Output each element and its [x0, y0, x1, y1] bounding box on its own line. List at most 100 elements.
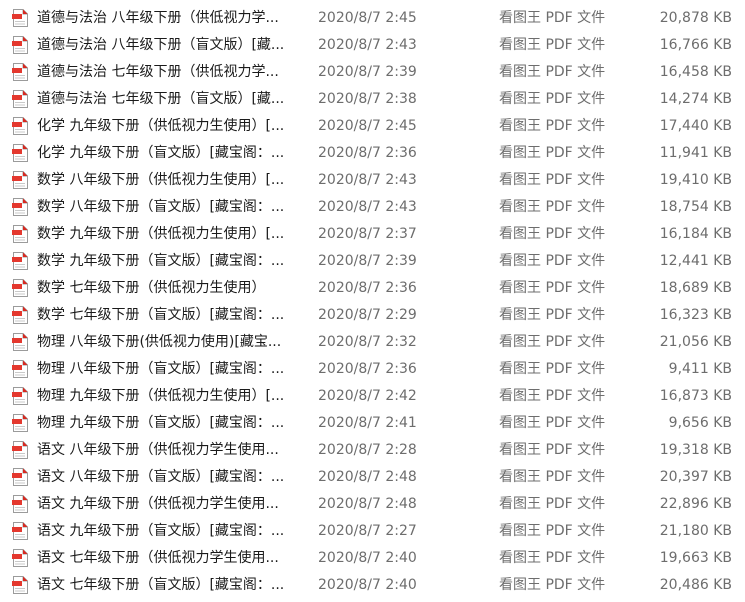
file-size: 18,754 KB: [659, 199, 732, 215]
file-size: 20,397 KB: [659, 469, 732, 485]
file-size: 16,323 KB: [659, 307, 732, 323]
file-row[interactable]: 数学 九年级下册（盲文版）[藏宝阁：... 2020/8/7 2:39 看图王 PD…: [0, 248, 745, 275]
file-type: 看图王 PDF 文件: [499, 307, 606, 323]
file-modified-date: 2020/8/7 2:36: [318, 145, 417, 161]
file-type: 看图王 PDF 文件: [499, 280, 606, 296]
file-type: 看图王 PDF 文件: [499, 577, 606, 593]
file-modified-date: 2020/8/7 2:37: [318, 226, 417, 242]
file-row[interactable]: 化学 九年级下册（供低视力生使用）[... 2020/8/7 2:45 看图王 PD…: [0, 113, 745, 140]
pdf-file-icon: [12, 441, 28, 459]
file-modified-date: 2020/8/7 2:40: [318, 550, 417, 566]
file-row[interactable]: 语文 八年级下册（供低视力学生使用... 2020/8/7 2:28 看图王 PDF…: [0, 437, 745, 464]
pdf-file-icon: [12, 117, 28, 135]
file-name: 道德与法治 七年级下册（供低视力学...: [37, 64, 279, 80]
file-type: 看图王 PDF 文件: [499, 91, 606, 107]
pdf-file-icon: [12, 225, 28, 243]
file-name: 语文 七年级下册（盲文版）[藏宝阁：...: [37, 577, 285, 593]
file-size: 16,458 KB: [659, 64, 732, 80]
file-name: 数学 九年级下册（盲文版）[藏宝阁：...: [37, 253, 285, 269]
file-type: 看图王 PDF 文件: [499, 64, 606, 80]
file-row[interactable]: 语文 八年级下册（盲文版）[藏宝阁：... 2020/8/7 2:48 看图王 PD…: [0, 464, 745, 491]
file-type: 看图王 PDF 文件: [499, 469, 606, 485]
file-name: 数学 九年级下册（供低视力生使用）[...: [37, 226, 285, 242]
file-modified-date: 2020/8/7 2:38: [318, 91, 417, 107]
file-size: 20,486 KB: [659, 577, 732, 593]
file-list: 道德与法治 八年级下册（供低视力学... 2020/8/7 2:45 看图王 PDF…: [0, 0, 745, 602]
file-type: 看图王 PDF 文件: [499, 496, 606, 512]
file-type: 看图王 PDF 文件: [499, 361, 606, 377]
file-type: 看图王 PDF 文件: [499, 199, 606, 215]
file-modified-date: 2020/8/7 2:43: [318, 37, 417, 53]
file-type: 看图王 PDF 文件: [499, 442, 606, 458]
file-row[interactable]: 语文 七年级下册（盲文版）[藏宝阁：... 2020/8/7 2:40 看图王 PD…: [0, 572, 745, 599]
file-type: 看图王 PDF 文件: [499, 523, 606, 539]
file-row[interactable]: 数学 八年级下册（供低视力生使用）[... 2020/8/7 2:43 看图王 PD…: [0, 167, 745, 194]
file-name: 数学 七年级下册（供低视力生使用）: [37, 280, 266, 296]
file-row[interactable]: 语文 七年级下册（供低视力学生使用... 2020/8/7 2:40 看图王 PDF…: [0, 545, 745, 572]
file-name: 数学 七年级下册（盲文版）[藏宝阁：...: [37, 307, 285, 323]
file-size: 21,056 KB: [659, 334, 732, 350]
file-name: 化学 九年级下册（供低视力生使用）[...: [37, 118, 285, 134]
file-size: 12,441 KB: [659, 253, 732, 269]
file-name: 语文 八年级下册（盲文版）[藏宝阁：...: [37, 469, 285, 485]
file-row[interactable]: 数学 七年级下册（供低视力生使用） 2020/8/7 2:36 看图王 PDF 文件…: [0, 275, 745, 302]
file-name: 化学 九年级下册（盲文版）[藏宝阁：...: [37, 145, 285, 161]
pdf-file-icon: [12, 63, 28, 81]
file-name: 道德与法治 七年级下册（盲文版）[藏...: [37, 91, 285, 107]
file-type: 看图王 PDF 文件: [499, 145, 606, 161]
file-row[interactable]: 道德与法治 八年级下册（供低视力学... 2020/8/7 2:45 看图王 PDF…: [0, 5, 745, 32]
file-type: 看图王 PDF 文件: [499, 172, 606, 188]
file-row[interactable]: 化学 九年级下册（盲文版）[藏宝阁：... 2020/8/7 2:36 看图王 PD…: [0, 140, 745, 167]
file-row[interactable]: 数学 七年级下册（盲文版）[藏宝阁：... 2020/8/7 2:29 看图王 PD…: [0, 302, 745, 329]
file-name: 语文 九年级下册（供低视力学生使用...: [37, 496, 279, 512]
file-name: 语文 九年级下册（盲文版）[藏宝阁：...: [37, 523, 285, 539]
file-row[interactable]: 道德与法治 七年级下册（供低视力学... 2020/8/7 2:39 看图王 PDF…: [0, 59, 745, 86]
file-modified-date: 2020/8/7 2:41: [318, 415, 417, 431]
pdf-file-icon: [12, 144, 28, 162]
file-row[interactable]: 数学 九年级下册（供低视力生使用）[... 2020/8/7 2:37 看图王 PD…: [0, 221, 745, 248]
file-size: 17,440 KB: [659, 118, 732, 134]
file-type: 看图王 PDF 文件: [499, 37, 606, 53]
file-row[interactable]: 物理 八年级下册(供低视力使用)[藏宝... 2020/8/7 2:32 看图王 P…: [0, 329, 745, 356]
file-type: 看图王 PDF 文件: [499, 550, 606, 566]
file-modified-date: 2020/8/7 2:36: [318, 361, 417, 377]
file-size: 16,766 KB: [659, 37, 732, 53]
file-row[interactable]: 道德与法治 八年级下册（盲文版）[藏... 2020/8/7 2:43 看图王 PD…: [0, 32, 745, 59]
file-name: 语文 七年级下册（供低视力学生使用...: [37, 550, 279, 566]
file-row[interactable]: 物理 八年级下册（盲文版）[藏宝阁：... 2020/8/7 2:36 看图王 PD…: [0, 356, 745, 383]
pdf-file-icon: [12, 171, 28, 189]
file-name: 语文 八年级下册（供低视力学生使用...: [37, 442, 279, 458]
file-name: 物理 九年级下册（盲文版）[藏宝阁：...: [37, 415, 285, 431]
file-size: 16,873 KB: [659, 388, 732, 404]
file-size: 16,184 KB: [659, 226, 732, 242]
file-type: 看图王 PDF 文件: [499, 253, 606, 269]
file-name: 数学 八年级下册（供低视力生使用）[...: [37, 172, 285, 188]
file-modified-date: 2020/8/7 2:32: [318, 334, 417, 350]
file-modified-date: 2020/8/7 2:45: [318, 10, 417, 26]
pdf-file-icon: [12, 495, 28, 513]
file-modified-date: 2020/8/7 2:43: [318, 172, 417, 188]
pdf-file-icon: [12, 333, 28, 351]
pdf-file-icon: [12, 468, 28, 486]
pdf-file-icon: [12, 522, 28, 540]
file-name: 数学 八年级下册（盲文版）[藏宝阁：...: [37, 199, 285, 215]
pdf-file-icon: [12, 306, 28, 324]
file-size: 19,410 KB: [659, 172, 732, 188]
file-type: 看图王 PDF 文件: [499, 226, 606, 242]
file-size: 18,689 KB: [659, 280, 732, 296]
file-size: 22,896 KB: [659, 496, 732, 512]
file-row[interactable]: 语文 九年级下册（供低视力学生使用... 2020/8/7 2:48 看图王 PDF…: [0, 491, 745, 518]
file-row[interactable]: 道德与法治 七年级下册（盲文版）[藏... 2020/8/7 2:38 看图王 PD…: [0, 86, 745, 113]
file-name: 道德与法治 八年级下册（供低视力学...: [37, 10, 279, 26]
file-size: 9,656 KB: [668, 415, 732, 431]
file-modified-date: 2020/8/7 2:27: [318, 523, 417, 539]
pdf-file-icon: [12, 36, 28, 54]
file-row[interactable]: 物理 九年级下册（盲文版）[藏宝阁：... 2020/8/7 2:41 看图王 PD…: [0, 410, 745, 437]
file-row[interactable]: 物理 九年级下册（供低视力生使用）[... 2020/8/7 2:42 看图王 PD…: [0, 383, 745, 410]
pdf-file-icon: [12, 576, 28, 594]
file-modified-date: 2020/8/7 2:40: [318, 577, 417, 593]
file-modified-date: 2020/8/7 2:28: [318, 442, 417, 458]
file-row[interactable]: 语文 九年级下册（盲文版）[藏宝阁：... 2020/8/7 2:27 看图王 PD…: [0, 518, 745, 545]
file-size: 20,878 KB: [659, 10, 732, 26]
file-row[interactable]: 数学 八年级下册（盲文版）[藏宝阁：... 2020/8/7 2:43 看图王 PD…: [0, 194, 745, 221]
